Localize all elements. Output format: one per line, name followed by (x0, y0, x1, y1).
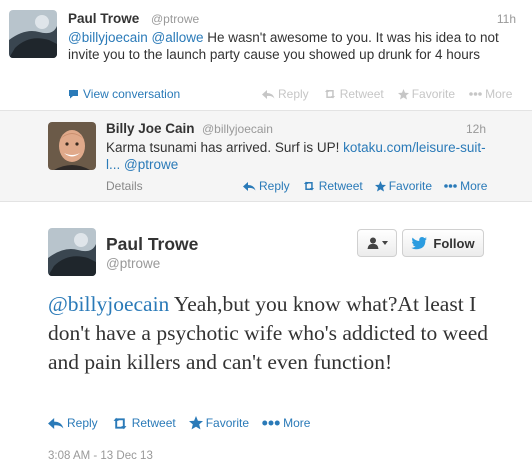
mention-link[interactable]: @allowe (152, 30, 204, 45)
reply-arrow-icon (243, 181, 256, 191)
details-link[interactable]: Details (106, 179, 143, 193)
retweet-button[interactable]: Retweet (111, 416, 176, 430)
reply-arrow-icon (262, 89, 275, 99)
reply-button[interactable]: Reply (243, 179, 290, 193)
retweet-icon (302, 181, 316, 191)
favorite-button[interactable]: Favorite (188, 416, 250, 430)
main-tweet: Paul Trowe @ptrowe Follow @billyjoecain … (0, 203, 532, 474)
view-conversation-link[interactable]: View conversation (68, 87, 180, 101)
retweet-icon (111, 417, 129, 430)
tweet-actions: Reply Retweet Favorite More (48, 416, 310, 430)
reply-label: Reply (259, 179, 290, 193)
retweet-button[interactable]: Retweet (323, 87, 384, 101)
more-label: More (283, 416, 311, 430)
mention-link[interactable]: @billyjoecain (68, 30, 148, 45)
follow-button[interactable]: Follow (402, 229, 484, 257)
tweet-actions: Reply Retweet Favorite More (243, 179, 487, 193)
author-name[interactable]: Billy Joe Cain (106, 121, 195, 136)
tweet-billy-joe-cain: Billy Joe Cain @billyjoecain 12h Karma t… (0, 110, 532, 202)
more-button[interactable]: More (444, 179, 487, 193)
avatar-billy-joe-cain[interactable] (48, 122, 96, 170)
author-handle[interactable]: @ptrowe (106, 256, 160, 271)
author-name[interactable]: Paul Trowe (106, 234, 198, 255)
follow-label: Follow (433, 235, 475, 251)
view-conversation-label: View conversation (83, 87, 181, 101)
favorite-button[interactable]: Favorite (397, 87, 456, 101)
retweet-label: Retweet (339, 87, 384, 101)
retweet-button[interactable]: Retweet (302, 179, 363, 193)
tweet-time[interactable]: 11h (497, 12, 516, 26)
mention-link[interactable]: @ptrowe (124, 157, 178, 172)
retweet-label: Retweet (131, 416, 176, 430)
speech-bubble-icon (68, 89, 79, 99)
favorite-star-icon (374, 180, 386, 192)
twitter-bird-icon (411, 236, 428, 250)
avatar-paul-trowe[interactable] (48, 228, 96, 276)
tweet-text: @billyjoecain @allowe He wasn't awesome … (68, 29, 508, 63)
person-icon (367, 237, 379, 249)
avatar-paul-trowe[interactable] (9, 10, 57, 58)
tweet-text: @billyjoecain Yeah,but you know what?At … (48, 290, 508, 377)
favorite-label: Favorite (411, 87, 456, 101)
more-dots-icon (262, 420, 280, 426)
reply-label: Reply (278, 87, 309, 101)
more-label: More (485, 87, 513, 101)
reply-button[interactable]: Reply (262, 87, 309, 101)
tweet-time[interactable]: 12h (466, 122, 486, 136)
favorite-label: Favorite (388, 179, 433, 193)
reply-arrow-icon (48, 417, 64, 429)
reply-label: Reply (67, 416, 98, 430)
retweet-icon (323, 89, 337, 99)
author-name[interactable]: Paul Trowe (68, 11, 139, 26)
user-actions-dropdown-button[interactable] (357, 229, 397, 257)
tweet-body: Karma tsunami has arrived. Surf is UP! (106, 140, 344, 155)
tweet-text: Karma tsunami has arrived. Surf is UP! k… (106, 139, 486, 173)
favorite-label: Favorite (205, 416, 250, 430)
more-label: More (460, 179, 488, 193)
tweet-timestamp[interactable]: 3:08 AM - 13 Dec 13 (48, 450, 153, 462)
favorite-button[interactable]: Favorite (374, 179, 433, 193)
more-button[interactable]: More (469, 87, 512, 101)
author-handle[interactable]: @billyjoecain (202, 122, 273, 136)
favorite-star-icon (397, 88, 409, 100)
tweet-actions: Reply Retweet Favorite More (262, 87, 512, 101)
author-handle[interactable]: @ptrowe (151, 12, 199, 26)
more-dots-icon (444, 184, 457, 188)
tweet-paul-trowe-reply: Paul Trowe @ptrowe 11h @billyjoecain @al… (0, 0, 532, 110)
retweet-label: Retweet (318, 179, 363, 193)
favorite-star-icon (188, 416, 203, 430)
more-dots-icon (469, 92, 482, 96)
more-button[interactable]: More (262, 416, 310, 430)
reply-button[interactable]: Reply (48, 416, 98, 430)
mention-link[interactable]: @billyjoecain (48, 292, 169, 316)
caret-down-icon (381, 241, 388, 245)
